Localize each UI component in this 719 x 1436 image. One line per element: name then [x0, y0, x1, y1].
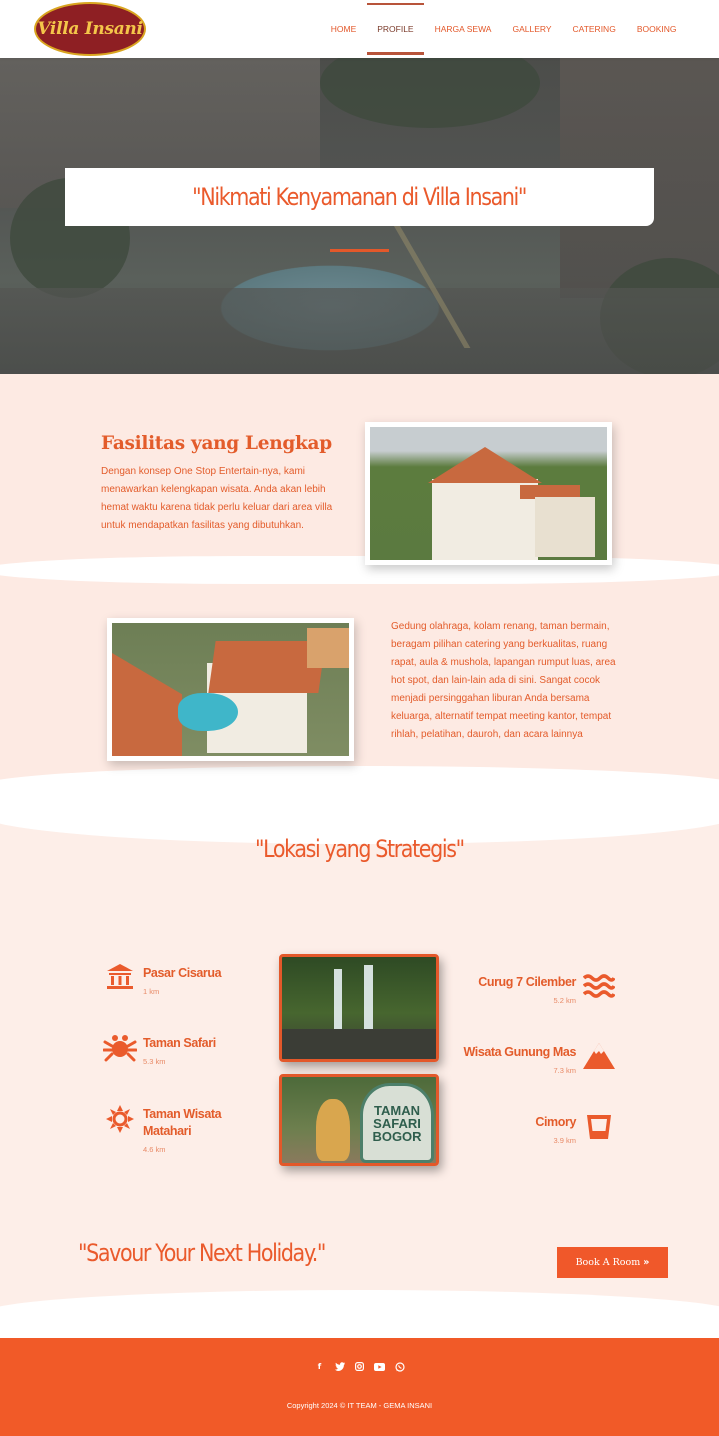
location-distance: 5.3 km: [143, 1057, 166, 1066]
facilities-title: Fasilitas yang Lengkap: [101, 433, 332, 454]
location-distance: 4.6 km: [143, 1145, 166, 1154]
mountain-icon: [583, 1043, 615, 1069]
villa-aerial-photo: [107, 618, 354, 761]
nav-catering[interactable]: CATERING: [562, 0, 626, 58]
whatsapp-icon[interactable]: [394, 1361, 405, 1372]
landmark-icon: [107, 964, 133, 989]
location-item-wisata-gunung-mas: Wisata Gunung Mas 7.3 km: [440, 1044, 576, 1075]
hero-title: "Nikmati Kenyamanan di Villa Insani": [192, 183, 528, 211]
hero-banner: "Nikmati Kenyamanan di Villa Insani": [0, 58, 719, 374]
sun-icon: [106, 1105, 134, 1133]
location-name: Wisata Gunung Mas: [463, 1045, 576, 1059]
site-header: Villa Insani HOME PROFILE HARGA SEWA GAL…: [0, 0, 719, 58]
location-name: Taman Safari: [143, 1036, 216, 1050]
hero-divider: [330, 249, 389, 252]
logo-text: Villa Insani: [37, 19, 143, 39]
book-a-room-label: Book A Room: [575, 1257, 641, 1268]
location-distance: 5.2 km: [553, 996, 576, 1005]
villa-building-photo: [365, 422, 612, 565]
location-item-taman-wisata-matahari: Taman Wisata Matahari 4.6 km: [143, 1106, 233, 1154]
taman-safari-photo: TAMAN SAFARI BOGOR: [279, 1074, 439, 1166]
facilities-text-1: Dengan konsep One Stop Entertain-nya, ka…: [101, 466, 333, 531]
main-nav: HOME PROFILE HARGA SEWA GALLERY CATERING…: [320, 0, 687, 58]
brush-divider: [0, 1290, 719, 1338]
location-distance: 3.9 km: [553, 1136, 576, 1145]
location-title: "Lokasi yang Strategis": [255, 835, 465, 863]
hero-title-box: "Nikmati Kenyamanan di Villa Insani": [65, 168, 654, 226]
location-name: Cimory: [535, 1115, 576, 1129]
water-icon: [583, 974, 615, 998]
nav-booking[interactable]: BOOKING: [626, 0, 687, 58]
cta-text: "Savour Your Next Holiday.": [78, 1239, 326, 1267]
site-footer: f Copyright 2024 © IT TEAM - GEMA INSANI: [0, 1338, 719, 1436]
social-links: f: [0, 1361, 719, 1372]
location-item-pasar-cisarua: Pasar Cisarua 1 km: [143, 965, 222, 996]
instagram-icon[interactable]: [354, 1361, 365, 1372]
nav-home[interactable]: HOME: [320, 0, 367, 58]
waterfall-photo: [279, 954, 439, 1062]
double-chevron-right-icon: »: [643, 1257, 650, 1268]
facebook-icon[interactable]: f: [314, 1361, 325, 1372]
book-a-room-button[interactable]: Book A Room »: [557, 1247, 668, 1278]
location-item-curug-7-cilember: Curug 7 Cilember 5.2 km: [440, 974, 576, 1005]
location-name: Curug 7 Cilember: [478, 975, 576, 989]
location-distance: 1 km: [143, 987, 160, 996]
hero-tree: [320, 58, 540, 128]
site-logo[interactable]: Villa Insani: [34, 2, 146, 56]
facilities-text-2: Gedung olahraga, kolam renang, taman ber…: [391, 621, 616, 740]
youtube-icon[interactable]: [374, 1361, 385, 1372]
taman-safari-sign: TAMAN SAFARI BOGOR: [360, 1083, 434, 1163]
copyright-text: Copyright 2024 © IT TEAM - GEMA INSANI: [286, 1401, 433, 1410]
mascot: [316, 1099, 350, 1161]
nav-harga-sewa[interactable]: HARGA SEWA: [424, 0, 502, 58]
location-distance: 7.3 km: [553, 1066, 576, 1075]
nav-gallery[interactable]: GALLERY: [502, 0, 562, 58]
twitter-icon[interactable]: [334, 1361, 345, 1372]
location-name: Taman Wisata Matahari: [143, 1107, 222, 1138]
spider-icon: [103, 1035, 137, 1062]
location-name: Pasar Cisarua: [143, 966, 222, 980]
glass-icon: [587, 1115, 611, 1139]
nav-profile[interactable]: PROFILE: [366, 0, 425, 58]
location-item-cimory: Cimory 3.9 km: [440, 1114, 576, 1145]
location-item-taman-safari: Taman Safari 5.3 km: [143, 1035, 216, 1066]
